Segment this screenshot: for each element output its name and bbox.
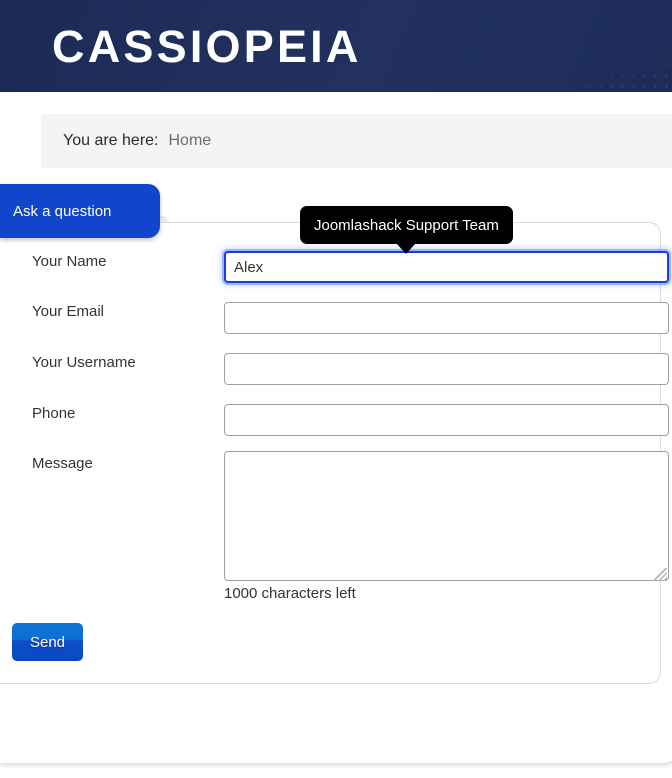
input-your-name[interactable] (224, 251, 669, 283)
message-character-counter: 1000 characters left (224, 585, 356, 602)
breadcrumb: You are here: Home (41, 114, 672, 168)
label-your-email: Your Email (32, 303, 104, 320)
input-your-email[interactable] (224, 302, 669, 334)
page-root: CASSIOPEIA You are here: Home Home Your … (0, 0, 672, 778)
send-button[interactable]: Send (12, 623, 83, 661)
label-phone: Phone (32, 405, 76, 422)
tooltip-text: Joomlashack Support Team (314, 216, 499, 234)
site-header: CASSIOPEIA (0, 0, 672, 92)
ask-a-question-tab[interactable]: Ask a question (0, 184, 160, 238)
site-brand-title: CASSIOPEIA (52, 21, 362, 72)
input-your-username[interactable] (224, 353, 669, 385)
label-your-username: Your Username (32, 354, 136, 371)
label-message: Message (32, 455, 93, 472)
ask-a-question-label: Ask a question (13, 202, 112, 220)
input-message[interactable] (224, 451, 669, 581)
input-phone[interactable] (224, 404, 669, 436)
header-dot-pattern (552, 46, 672, 92)
support-team-tooltip: Joomlashack Support Team (300, 206, 513, 254)
tooltip-arrow-icon (397, 244, 416, 254)
breadcrumb-prefix-label: You are here: (63, 132, 159, 149)
breadcrumb-item-home[interactable]: Home (168, 132, 211, 150)
label-your-name: Your Name (32, 253, 107, 270)
